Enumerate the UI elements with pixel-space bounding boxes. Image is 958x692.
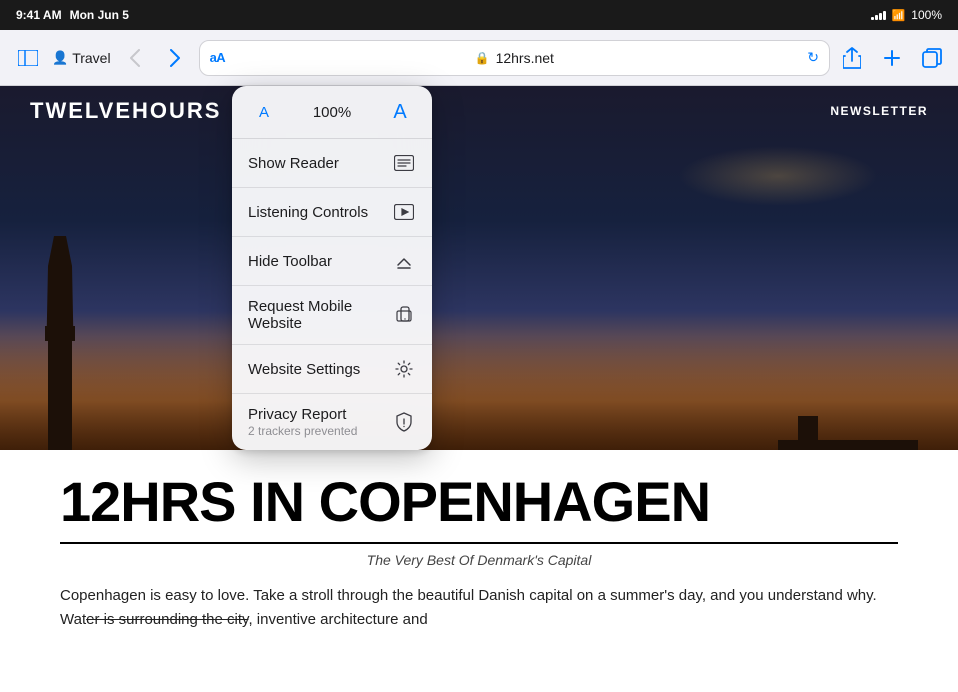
menu-item-request-mobile[interactable]: Request Mobile Website [232,286,432,345]
back-button[interactable] [119,42,151,74]
menu-item-listening-controls[interactable]: Listening Controls [232,188,432,237]
menu-item-privacy-report[interactable]: Privacy Report 2 trackers prevented [232,394,432,450]
wifi-icon: 📶 [892,9,906,22]
body-text-end: , inventive architecture and [248,611,427,628]
tab-label[interactable]: 👤 Travel [52,50,111,66]
lock-icon: 🔒 [475,51,490,65]
article-title: 12HRS IN COPENHAGEN [60,474,898,530]
font-size-row: A 100% A [232,86,432,139]
privacy-report-sublabel: 2 trackers prevented [248,424,357,438]
show-reader-label: Show Reader [248,155,339,172]
url-display: 12hrs.net [496,50,554,66]
status-day: Mon Jun 5 [70,8,129,22]
battery-level: 100% [911,8,942,22]
body-text-strikethrough: er is surrounding the city [86,611,248,628]
hide-toolbar-label: Hide Toolbar [248,253,332,270]
site-logo: TWELVEHOURS [30,98,221,124]
privacy-report-label: Privacy Report [248,406,357,423]
font-percent: 100% [284,104,380,121]
listening-controls-label: Listening Controls [248,204,368,221]
sidebar-button[interactable] [12,42,44,74]
menu-item-website-settings[interactable]: Website Settings [232,345,432,394]
site-nav: TWELVEHOURS NEWSLETTER [0,86,958,136]
website-settings-icon [392,357,416,381]
article-subtitle: The Very Best Of Denmark's Capital [60,552,898,568]
article-divider [60,542,898,544]
privacy-report-icon [392,410,416,434]
font-decrease-button[interactable]: A [244,94,284,130]
tabs-button[interactable] [918,44,946,72]
font-increase-button[interactable]: A [380,94,420,130]
tab-name: Travel [72,50,110,66]
status-bar: 9:41 AM Mon Jun 5 📶 100% [0,0,958,30]
article-body: Copenhagen is easy to love. Take a strol… [60,584,898,632]
website-content: TWELVEHOURS NEWSLETTER 12HRS IN COPENHAG… [0,86,958,692]
forward-button[interactable] [159,42,191,74]
new-tab-button[interactable] [878,44,906,72]
article-section: 12HRS IN COPENHAGEN The Very Best Of Den… [0,450,958,692]
dropdown-menu: A 100% A Show Reader Listening Controls [232,86,432,450]
hide-toolbar-icon [392,249,416,273]
status-left: 9:41 AM Mon Jun 5 [16,8,129,22]
aa-button[interactable]: aA [210,50,226,65]
nav-link-newsletter[interactable]: NEWSLETTER [830,104,928,118]
toolbar-right-buttons [838,44,946,72]
show-reader-icon [392,151,416,175]
share-button[interactable] [838,44,866,72]
website-settings-label: Website Settings [248,361,360,378]
tab-user-icon: 👤 [52,50,68,66]
menu-item-show-reader[interactable]: Show Reader [232,139,432,188]
status-time: 9:41 AM [16,8,62,22]
address-bar[interactable]: aA 🔒 12hrs.net ↻ [199,40,830,76]
request-mobile-icon [394,303,416,327]
signal-icon [871,11,886,20]
site-nav-links: NEWSLETTER [830,104,928,118]
status-right: 📶 100% [871,8,942,22]
listening-controls-icon [392,200,416,224]
browser-toolbar: 👤 Travel aA 🔒 12hrs.net ↻ [0,30,958,86]
reload-icon[interactable]: ↻ [807,49,819,66]
request-mobile-label: Request Mobile Website [248,298,394,332]
menu-item-hide-toolbar[interactable]: Hide Toolbar [232,237,432,286]
